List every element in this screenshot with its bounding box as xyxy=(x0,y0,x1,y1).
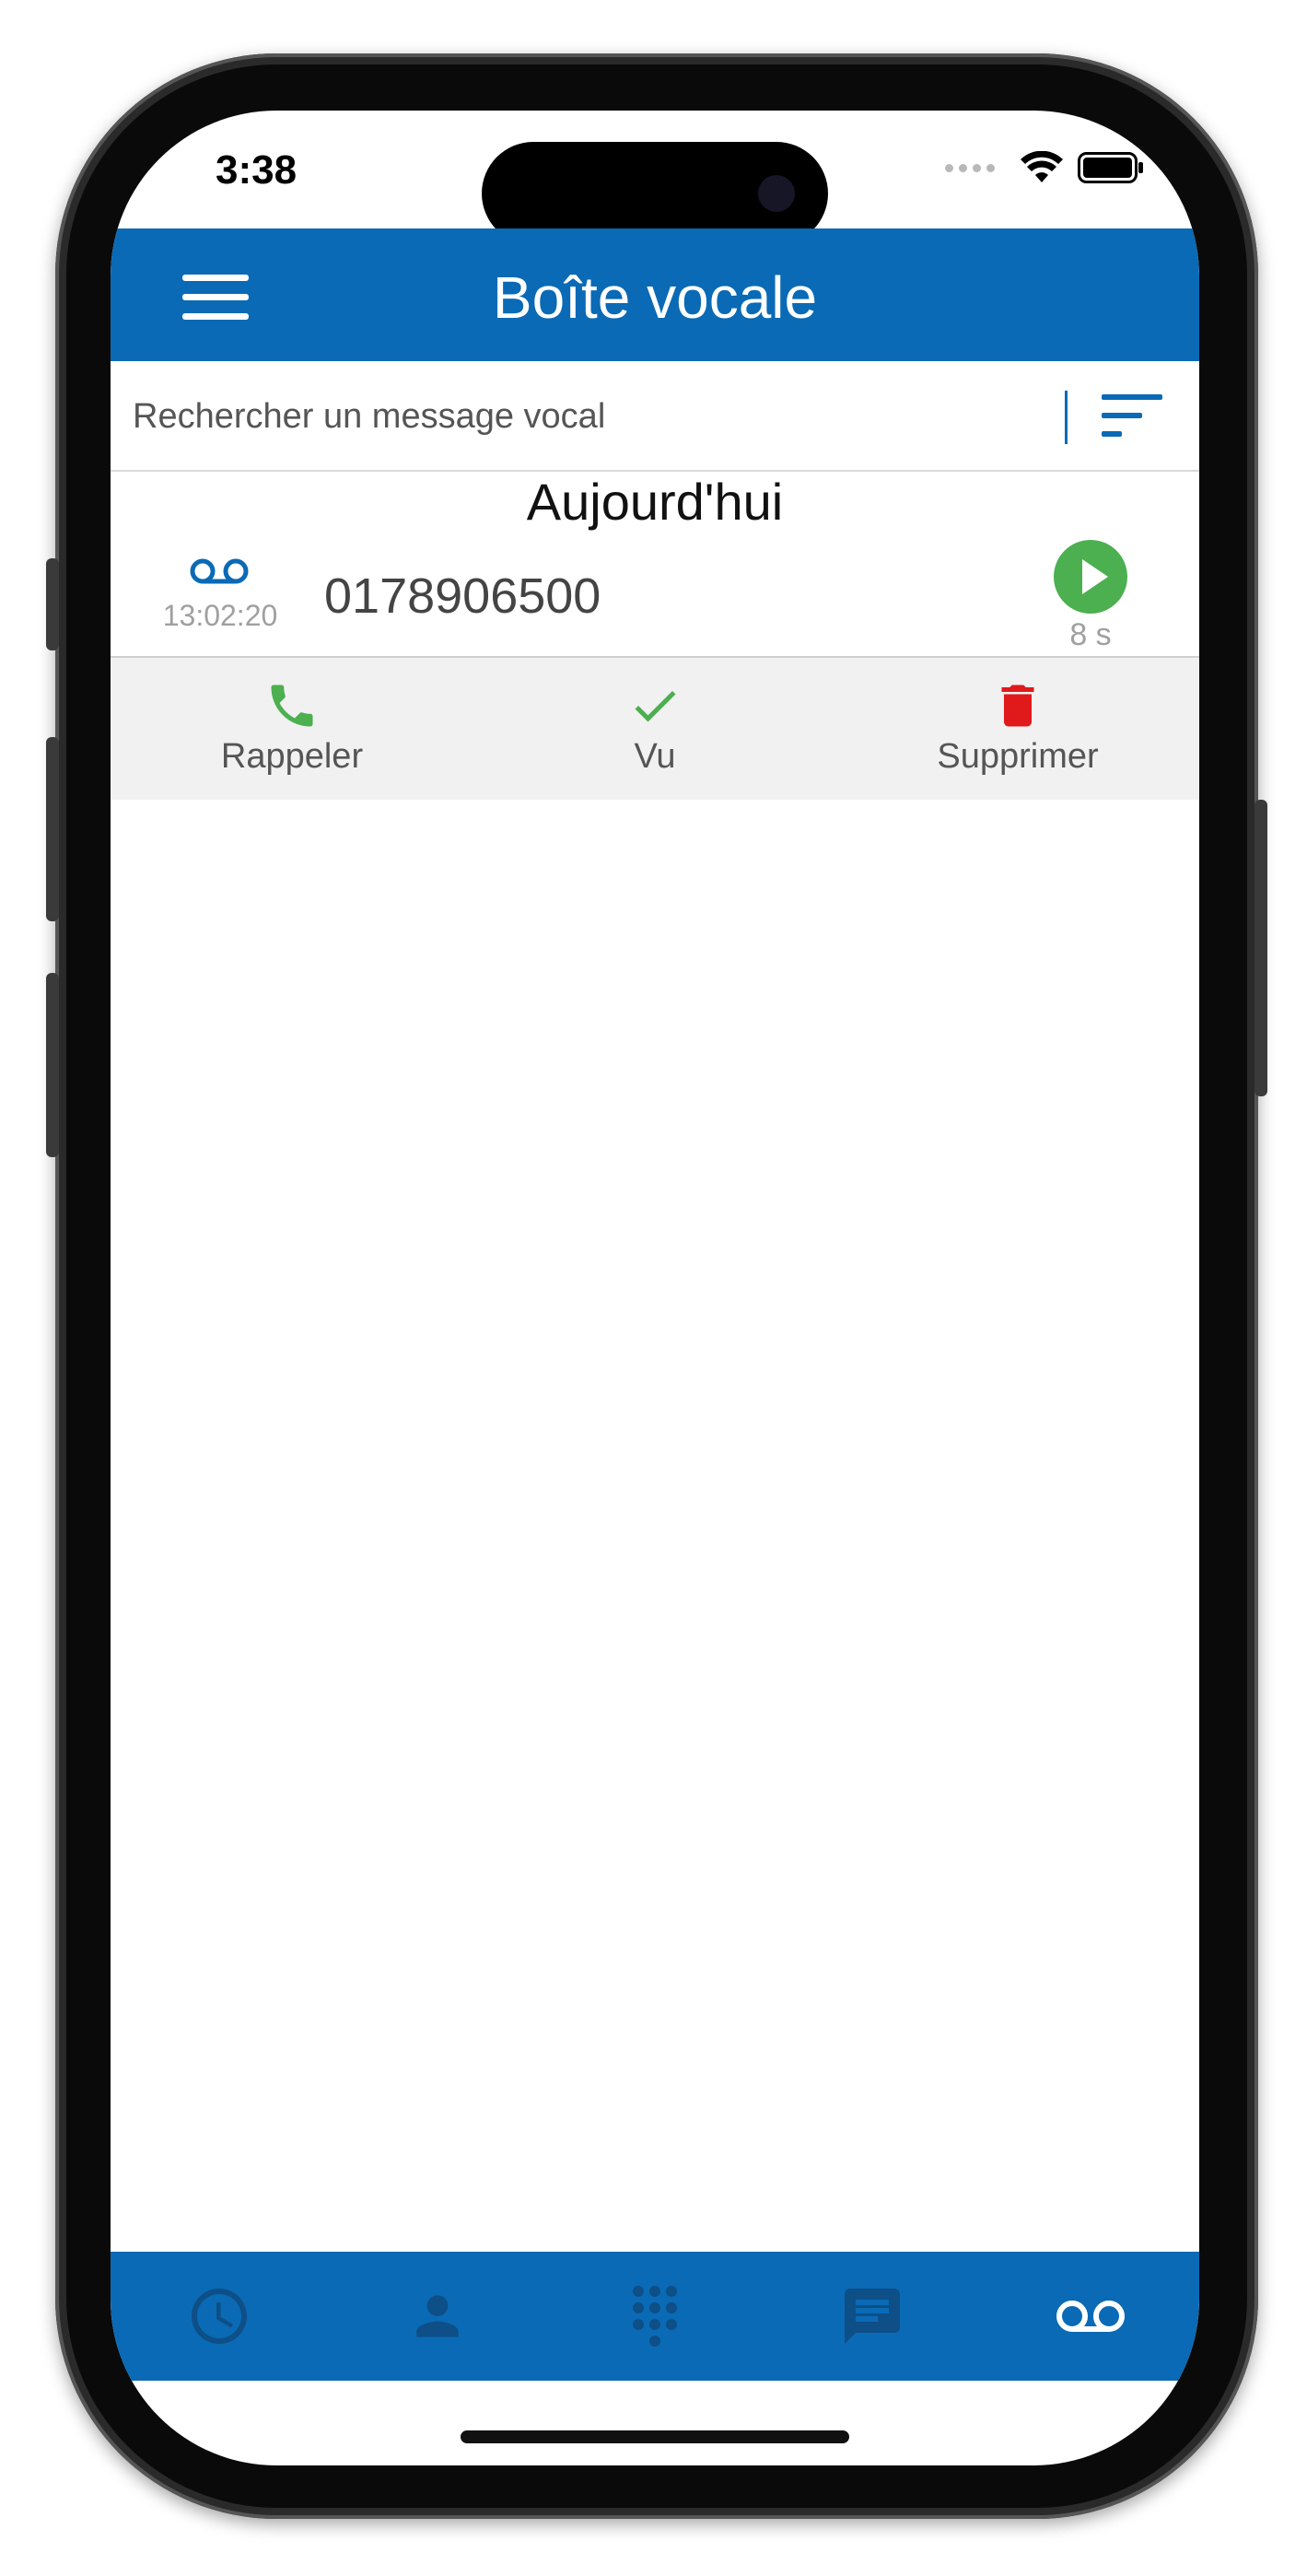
wifi-icon xyxy=(1021,151,1063,182)
search-input[interactable] xyxy=(131,391,1065,442)
voicemail-icon xyxy=(1056,2301,1125,2332)
status-indicators xyxy=(945,151,1144,184)
power-button xyxy=(1254,800,1267,1096)
volume-down-button xyxy=(46,973,59,1157)
delete-label: Supprimer xyxy=(937,737,1099,776)
page-title: Boîte vocale xyxy=(492,264,818,331)
home-indicator[interactable] xyxy=(461,2430,849,2443)
check-icon xyxy=(635,690,676,722)
search-bar xyxy=(111,361,1199,472)
volume-up-button xyxy=(46,737,59,921)
page: 3:38 Boîte vocale Rechercher un message … xyxy=(0,0,1307,2576)
voicemail-list-item[interactable]: 13:02:20 0178906500 8 s xyxy=(111,540,1199,658)
play-button[interactable] xyxy=(1054,540,1127,614)
caller-number: 0178906500 xyxy=(324,568,601,624)
nav-history[interactable] xyxy=(111,2252,328,2381)
mark-seen-label: Vu xyxy=(634,737,676,776)
play-icon xyxy=(1082,559,1108,594)
mark-seen-button[interactable]: Vu xyxy=(473,658,836,800)
message-duration: 8 s xyxy=(1069,617,1112,652)
sort-icon[interactable] xyxy=(1102,392,1162,439)
callback-button[interactable]: Rappeler xyxy=(111,658,473,800)
message-time: 13:02:20 xyxy=(162,599,278,632)
silent-switch xyxy=(46,558,59,650)
message-action-bar: Rappeler Vu Supprimer xyxy=(111,658,1199,800)
search-divider xyxy=(1065,391,1068,444)
trash-icon xyxy=(1001,685,1034,727)
contact-icon xyxy=(415,2295,459,2337)
clock-icon xyxy=(192,2289,248,2344)
status-time: 3:38 xyxy=(216,147,298,193)
nav-voicemail[interactable] xyxy=(982,2252,1199,2381)
status-bar: 3:38 xyxy=(111,111,1199,245)
bottom-nav xyxy=(111,2252,1199,2381)
nav-messages[interactable] xyxy=(764,2252,981,2381)
battery-icon xyxy=(1078,152,1143,183)
app-header: Boîte vocale xyxy=(111,228,1199,361)
section-header: Aujourd'hui xyxy=(526,473,784,531)
screen: 3:38 Boîte vocale Rechercher un message … xyxy=(111,111,1199,2465)
camera-icon xyxy=(758,175,795,212)
dialpad-icon xyxy=(633,2286,678,2347)
nav-contacts[interactable] xyxy=(328,2252,545,2381)
cellular-signal-icon xyxy=(945,163,995,172)
phone-icon xyxy=(271,685,313,727)
nav-dialpad[interactable] xyxy=(546,2252,764,2381)
chat-icon xyxy=(845,2289,901,2344)
callback-label: Rappeler xyxy=(220,737,364,776)
delete-button[interactable]: Supprimer xyxy=(836,658,1199,800)
voicemail-icon xyxy=(190,558,249,584)
